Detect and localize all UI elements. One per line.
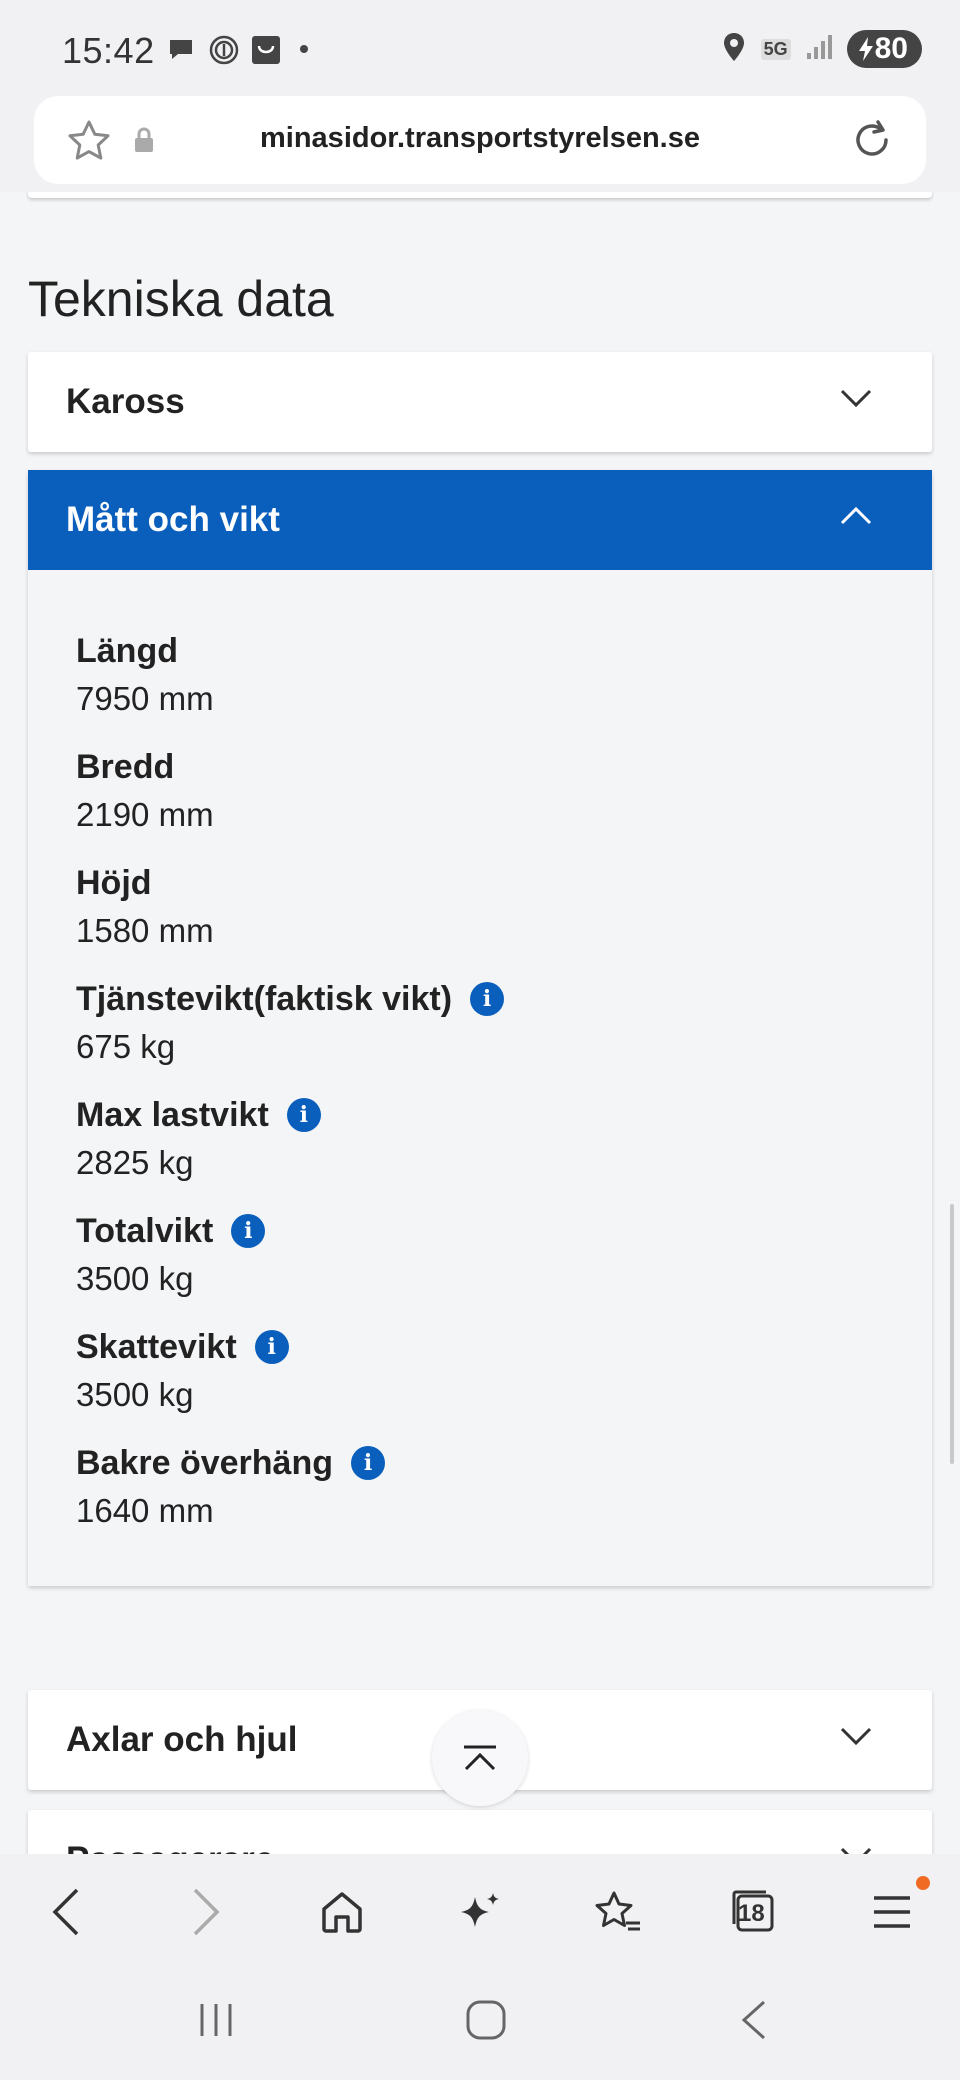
charging-icon <box>858 37 873 61</box>
spec-item: Längd 7950 mm <box>76 628 932 720</box>
status-bar: 15:42 5G 80 <box>0 0 960 92</box>
previous-card-edge <box>28 192 932 198</box>
chevron-down-icon[interactable] <box>840 388 872 413</box>
signal-icon <box>805 33 833 66</box>
chevron-up-icon[interactable] <box>840 506 872 531</box>
network-type: 5G <box>760 38 791 60</box>
accordion-title: Kaross <box>66 382 185 421</box>
menu-button[interactable] <box>862 1876 930 1942</box>
location-icon <box>721 31 747 68</box>
info-icon[interactable]: i <box>351 1446 385 1480</box>
info-icon[interactable]: i <box>254 1330 289 1364</box>
spec-label: Bredd <box>76 747 175 786</box>
spec-label: Skattevikt i <box>76 1324 932 1370</box>
menu-icon <box>874 1896 910 1928</box>
notification-icons <box>166 34 322 65</box>
ai-assistant-button[interactable] <box>450 1882 510 1942</box>
browser-toolbar: 18 <box>0 1854 960 1972</box>
spec-label: Max lastvikt i <box>76 1092 932 1138</box>
status-time: 15:42 <box>62 30 155 71</box>
spec-value: 2190 mm <box>76 796 214 833</box>
home-nav-button[interactable] <box>464 1998 508 2047</box>
spec-value: 3500 kg <box>76 1260 194 1297</box>
spec-label: Totalvikt i <box>76 1208 932 1254</box>
back-icon <box>52 1888 79 1936</box>
accordion-header[interactable]: Kaross <box>28 352 932 452</box>
spec-value: 2825 kg <box>76 1144 194 1181</box>
tab-count: 18 <box>738 1900 765 1927</box>
spec-value: 1640 mm <box>76 1492 214 1529</box>
accordion-title: Passagerare <box>66 1840 274 1854</box>
chevron-down-icon[interactable] <box>840 1726 872 1751</box>
chat-icon <box>166 34 196 64</box>
spec-value: 1580 mm <box>76 912 214 949</box>
bag-icon <box>250 34 280 64</box>
accordion-matt-och-vikt[interactable]: Mått och vikt Längd 7950 mm Bredd 2190 m… <box>28 470 932 1586</box>
spec-value: 3500 kg <box>76 1376 194 1413</box>
spec-label: Bakre överhäng i <box>76 1440 932 1486</box>
spec-label: Höjd <box>76 863 152 902</box>
scrollbar[interactable] <box>950 1204 954 1464</box>
tabs-button[interactable]: 18 <box>724 1882 784 1942</box>
notification-dot <box>916 1876 930 1890</box>
accordion-header[interactable]: Mått och vikt <box>28 470 932 570</box>
dot-icon <box>292 34 322 64</box>
fingerprint-icon <box>208 34 239 65</box>
forward-icon <box>193 1888 220 1936</box>
bookmarks-button[interactable] <box>588 1882 648 1942</box>
home-button[interactable] <box>312 1882 372 1942</box>
spec-item: Bakre överhäng i 1640 mm <box>76 1440 932 1532</box>
battery-level: 80 <box>874 32 908 65</box>
spec-label: Tjänstevikt(faktisk vikt) i <box>76 976 932 1022</box>
home-icon <box>322 1892 362 1933</box>
spec-label: Längd <box>76 631 178 670</box>
spec-item: Bredd 2190 mm <box>76 744 932 836</box>
spec-value: 7950 mm <box>76 680 214 717</box>
back-nav-button[interactable] <box>738 1998 768 2047</box>
scroll-top-icon <box>464 1745 496 1771</box>
scroll-to-top-button[interactable] <box>432 1710 528 1806</box>
chevron-down-icon[interactable] <box>840 1846 872 1854</box>
browser-address-area: minasidor.transportstyrelsen.se <box>0 92 960 192</box>
info-icon[interactable]: i <box>286 1098 321 1132</box>
url-text[interactable]: minasidor.transportstyrelsen.se <box>34 122 926 155</box>
battery-indicator: 80 <box>846 30 922 68</box>
spec-value: 675 kg <box>76 1028 176 1065</box>
spec-item: Skattevikt i 3500 kg <box>76 1324 932 1416</box>
spec-item: Tjänstevikt(faktisk vikt) i 675 kg <box>76 976 932 1068</box>
system-status: 5G 80 <box>721 30 922 68</box>
bookmarks-star-icon <box>595 1891 640 1931</box>
recent-apps-icon <box>200 2004 232 2036</box>
spec-item: Höjd 1580 mm <box>76 860 932 952</box>
accordion-title: Mått och vikt <box>66 500 280 539</box>
address-bar[interactable]: minasidor.transportstyrelsen.se <box>34 96 926 184</box>
home-nav-icon <box>466 2000 506 2040</box>
accordion-kaross[interactable]: Kaross <box>28 352 932 452</box>
accordion-title: Axlar och hjul <box>66 1720 298 1759</box>
info-icon[interactable]: i <box>470 982 505 1016</box>
accordion-header[interactable]: Passagerare <box>28 1810 932 1854</box>
reload-icon[interactable] <box>848 116 896 169</box>
forward-button[interactable] <box>176 1882 236 1942</box>
system-navigation-bar <box>0 1972 960 2080</box>
page-content: Tekniska data Kaross Mått och vikt Längd… <box>0 192 960 1854</box>
spec-item: Totalvikt i 3500 kg <box>76 1208 932 1300</box>
back-button[interactable] <box>36 1882 96 1942</box>
spec-item: Max lastvikt i 2825 kg <box>76 1092 932 1184</box>
back-nav-icon <box>741 2000 766 2040</box>
info-icon[interactable]: i <box>231 1214 266 1248</box>
sparkle-icon <box>461 1893 499 1927</box>
section-title: Tekniska data <box>28 271 334 327</box>
accordion-body: Längd 7950 mm Bredd 2190 mm Höjd 1580 mm… <box>28 570 932 1586</box>
accordion-passagerare[interactable]: Passagerare <box>28 1810 932 1854</box>
recent-apps-button[interactable] <box>196 2000 236 2045</box>
